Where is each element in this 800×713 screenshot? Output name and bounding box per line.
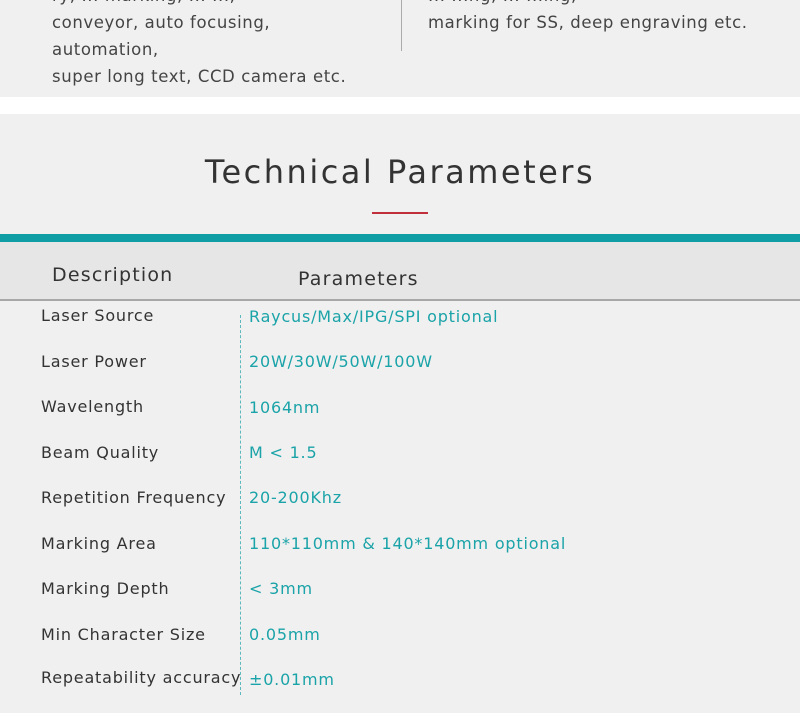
features-left-line: ry, ... marking, ... ...,	[52, 0, 382, 9]
table-row: Repeatability accuracy ±0.01mm	[0, 668, 800, 713]
row-label: Wavelength	[41, 397, 144, 416]
row-value: < 3mm	[249, 579, 313, 598]
section-gap	[0, 97, 800, 114]
row-label: Min Character Size	[41, 625, 206, 644]
row-label: Repetition Frequency	[41, 488, 227, 507]
row-value: ±0.01mm	[249, 670, 335, 689]
table-row: Laser Source Raycus/Max/IPG/SPI optional	[0, 306, 800, 351]
row-label: Marking Depth	[41, 579, 170, 598]
features-left-text: ry, ... marking, ... ..., conveyor, auto…	[52, 0, 382, 90]
table-row: Repetition Frequency 20-200Khz	[0, 488, 800, 533]
features-divider	[401, 0, 402, 51]
table-accent-bar	[0, 234, 800, 242]
row-value: 110*110mm & 140*140mm optional	[249, 534, 567, 553]
row-label: Laser Power	[41, 352, 147, 371]
row-value: 20-200Khz	[249, 488, 342, 507]
title-underline	[372, 212, 428, 214]
features-left-line: conveyor, auto focusing, automation,	[52, 13, 271, 59]
row-value: 1064nm	[249, 398, 321, 417]
header-parameters: Parameters	[298, 268, 419, 290]
row-value: 0.05mm	[249, 625, 321, 644]
row-value: 20W/30W/50W/100W	[249, 352, 433, 371]
row-label: Laser Source	[41, 306, 155, 325]
table-row: Min Character Size 0.05mm	[0, 625, 800, 670]
row-label: Beam Quality	[41, 443, 160, 462]
features-left-line: super long text, CCD camera etc.	[52, 67, 347, 86]
row-value: Raycus/Max/IPG/SPI optional	[249, 307, 499, 326]
header-description: Description	[52, 264, 174, 286]
features-right-line: ... ...ng, ... ...ing,	[428, 0, 788, 9]
section-title: Technical Parameters	[204, 153, 596, 191]
table-row: Marking Depth < 3mm	[0, 579, 800, 624]
features-card: ry, ... marking, ... ..., conveyor, auto…	[0, 0, 800, 98]
table-row: Beam Quality M < 1.5	[0, 443, 800, 488]
table-row: Marking Area 110*110mm & 140*140mm optio…	[0, 534, 800, 579]
table-header: Description Parameters	[0, 242, 800, 301]
row-value: M < 1.5	[249, 443, 318, 462]
features-right-line: marking for SS, deep engraving etc.	[428, 13, 748, 32]
table-row: Wavelength 1064nm	[0, 397, 800, 442]
row-label: Repeatability accuracy	[41, 668, 242, 687]
features-right-text: ... ...ng, ... ...ing, marking for SS, d…	[428, 0, 788, 36]
row-label: Marking Area	[41, 534, 157, 553]
table-row: Laser Power 20W/30W/50W/100W	[0, 352, 800, 397]
